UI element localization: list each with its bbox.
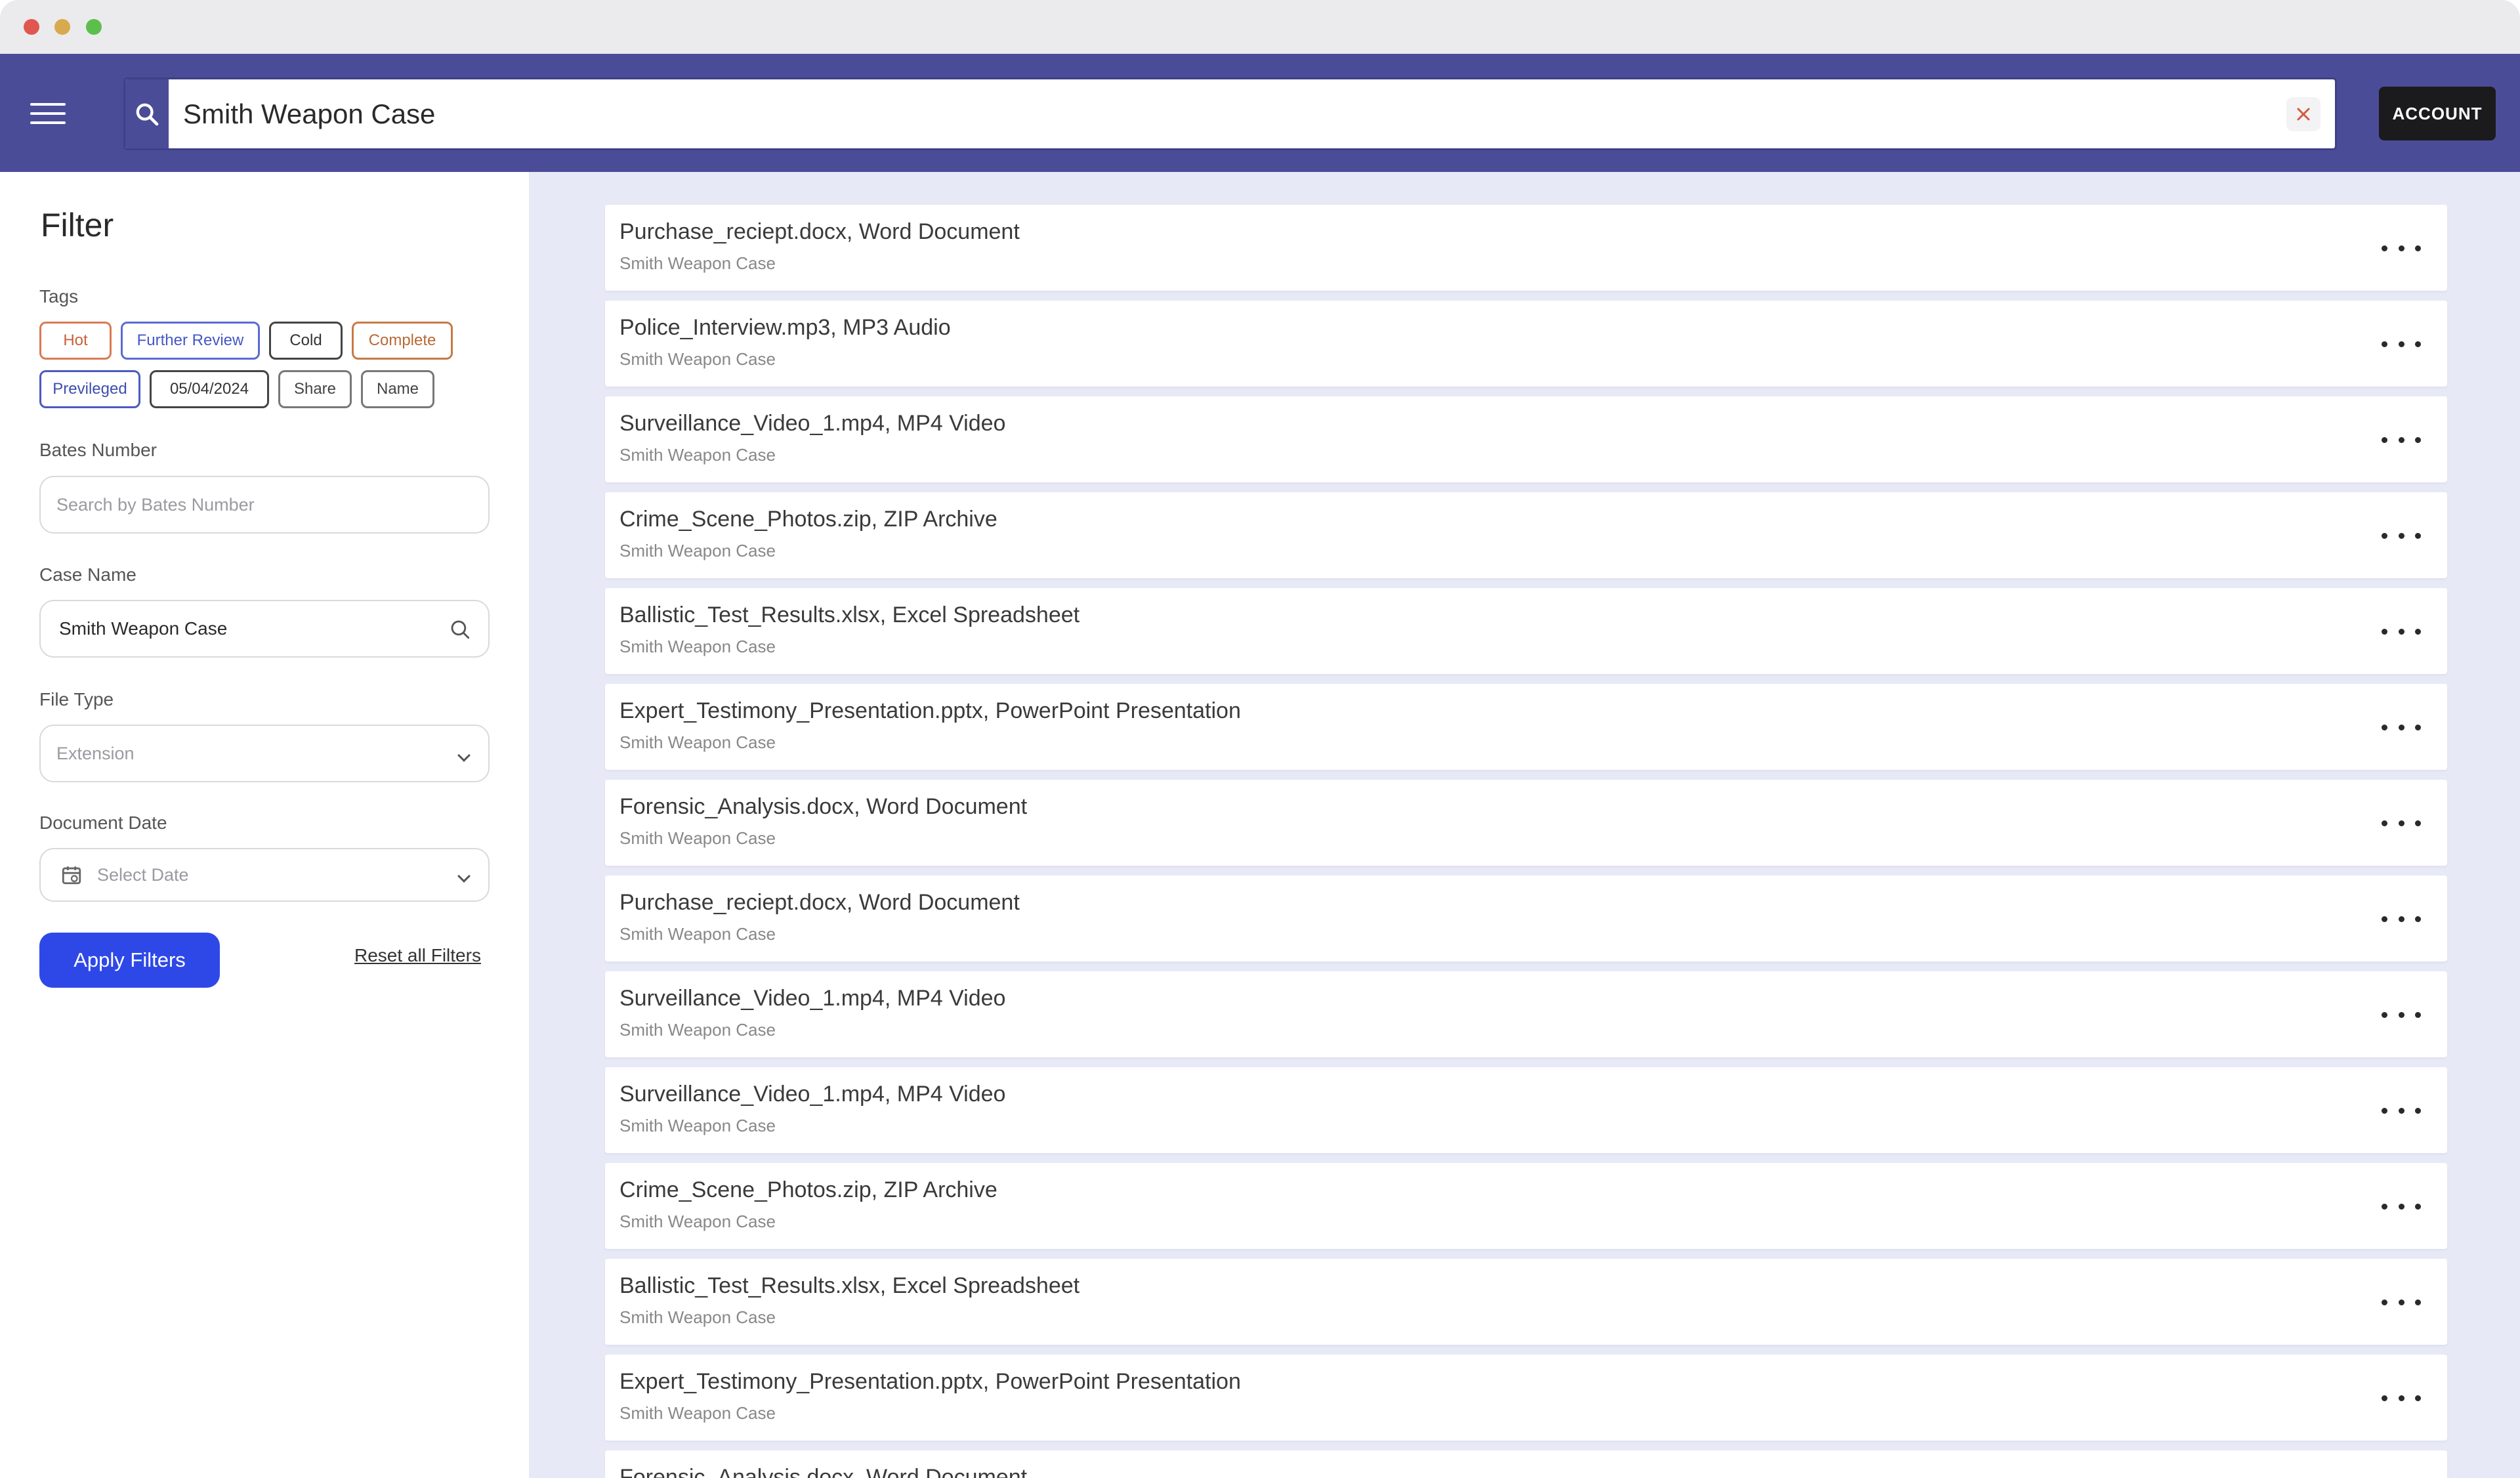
results-panel: Purchase_reciept.docx, Word Document Smit…	[529, 172, 2520, 1478]
chevron-down-icon	[457, 870, 471, 883]
more-options-icon[interactable]	[2382, 811, 2421, 835]
file-type-placeholder: Extension	[56, 744, 135, 763]
result-row[interactable]: Crime_Scene_Photos.zip, ZIP Archive Smith…	[605, 1163, 2447, 1249]
more-options-icon[interactable]	[2382, 1290, 2421, 1314]
more-options-icon[interactable]	[2382, 620, 2421, 643]
result-row[interactable]: Forensic_Analysis.docx, Word DocumentSmi…	[605, 1450, 2447, 1478]
result-row[interactable]: Surveillance_Video_1.mp4, MP4 Video Smith…	[605, 1067, 2447, 1153]
file-type-label: File Type	[39, 689, 114, 709]
result-title: Surveillance_Video_1.mp4, MP4 Video	[620, 986, 1006, 1011]
file-type-select[interactable]: Extension	[39, 725, 490, 782]
result-title: Expert_Testimony_Presentation.pptx, Powe…	[620, 698, 1241, 723]
window-close-button[interactable]	[24, 19, 39, 35]
bates-number-placeholder: Search by Bates Number	[56, 495, 255, 515]
result-title: Surveillance_Video_1.mp4, MP4 Video	[620, 411, 1006, 436]
result-row[interactable]: Purchase_reciept.docx, Word Document Smit…	[605, 205, 2447, 291]
result-row[interactable]: Ballistic_Test_Results.xlsx, Excel Sprea…	[605, 588, 2447, 674]
more-options-icon[interactable]	[2382, 1386, 2421, 1410]
document-date-placeholder: Select Date	[97, 865, 189, 885]
result-case-name: Smith Weapon Case	[620, 637, 776, 656]
global-search-input[interactable]: Smith Weapon Case	[183, 79, 435, 148]
result-case-name: Smith Weapon Case	[620, 1020, 776, 1040]
global-search-bar[interactable]: Smith Weapon Case	[123, 77, 2337, 150]
result-case-name: Smith Weapon Case	[620, 1116, 776, 1135]
tag-share[interactable]: Share	[278, 370, 352, 408]
result-case-name: Smith Weapon Case	[620, 253, 776, 273]
search-icon[interactable]	[449, 618, 471, 641]
result-title: Forensic_Analysis.docx, Word Document	[620, 1465, 1028, 1478]
more-options-icon[interactable]	[2382, 1099, 2421, 1122]
result-row[interactable]: Surveillance_Video_1.mp4, MP4 Video Smith…	[605, 971, 2447, 1057]
result-row[interactable]: Expert_Testimony_Presentation.pptx, Powe…	[605, 684, 2447, 770]
window-maximize-button[interactable]	[86, 19, 102, 35]
result-case-name: Smith Weapon Case	[620, 541, 776, 560]
result-case-name: Smith Weapon Case	[620, 828, 776, 848]
clear-search-button[interactable]	[2286, 97, 2320, 131]
result-case-name: Smith Weapon Case	[620, 445, 776, 465]
more-options-icon[interactable]	[2382, 524, 2421, 547]
close-icon	[2297, 108, 2310, 121]
chevron-down-icon	[457, 749, 471, 762]
more-options-icon[interactable]	[2382, 1003, 2421, 1026]
result-case-name: Smith Weapon Case	[620, 349, 776, 369]
tag-name[interactable]: Name	[361, 370, 434, 408]
tag-cold[interactable]: Cold	[269, 322, 343, 360]
result-case-name: Smith Weapon Case	[620, 924, 776, 944]
case-name-value: Smith Weapon Case	[59, 618, 228, 639]
document-date-picker[interactable]: Select Date	[39, 848, 490, 902]
case-name-label: Case Name	[39, 564, 136, 585]
result-case-name: Smith Weapon Case	[620, 1307, 776, 1327]
result-row[interactable]: Surveillance_Video_1.mp4, MP4 Video Smith…	[605, 396, 2447, 482]
result-title: Purchase_reciept.docx, Word Document	[620, 890, 1020, 915]
more-options-icon[interactable]	[2382, 236, 2421, 260]
filter-title: Filter	[41, 207, 114, 243]
calendar-icon	[62, 866, 81, 885]
result-title: Surveillance_Video_1.mp4, MP4 Video	[620, 1082, 1006, 1107]
result-row[interactable]: Crime_Scene_Photos.zip, ZIP Archive Smith…	[605, 492, 2447, 578]
result-title: Purchase_reciept.docx, Word Document	[620, 219, 1020, 244]
result-case-name: Smith Weapon Case	[620, 1212, 776, 1231]
result-title: Police_Interview.mp3, MP3 Audio	[620, 315, 951, 340]
tags-label: Tags	[39, 286, 79, 306]
result-title: Ballistic_Test_Results.xlsx, Excel Sprea…	[620, 1273, 1080, 1298]
tag-date[interactable]: 05/04/2024	[150, 370, 269, 408]
result-title: Crime_Scene_Photos.zip, ZIP Archive	[620, 1177, 998, 1202]
document-date-label: Document Date	[39, 813, 167, 833]
result-title: Forensic_Analysis.docx, Word Document	[620, 794, 1028, 819]
apply-filters-button[interactable]: Apply Filters	[39, 933, 220, 988]
result-row[interactable]: Forensic_Analysis.docx, Word Document Smi…	[605, 780, 2447, 866]
result-title: Crime_Scene_Photos.zip, ZIP Archive	[620, 507, 998, 532]
more-options-icon[interactable]	[2382, 428, 2421, 452]
result-row[interactable]: Police_Interview.mp3, MP3 Audio Smith Wea…	[605, 301, 2447, 387]
result-row[interactable]: Ballistic_Test_Results.xlsx, Excel Sprea…	[605, 1259, 2447, 1345]
window-titlebar	[0, 0, 2520, 54]
result-case-name: Smith Weapon Case	[620, 1403, 776, 1423]
search-icon[interactable]	[125, 79, 169, 148]
tag-complete[interactable]: Complete	[352, 322, 453, 360]
bates-number-input[interactable]: Search by Bates Number	[39, 476, 490, 534]
more-options-icon[interactable]	[2382, 907, 2421, 931]
hamburger-menu-icon[interactable]	[30, 103, 66, 124]
more-options-icon[interactable]	[2382, 715, 2421, 739]
result-row[interactable]: Expert_Testimony_Presentation.pptx, Powe…	[605, 1355, 2447, 1441]
result-title: Expert_Testimony_Presentation.pptx, Powe…	[620, 1369, 1241, 1394]
account-button[interactable]: ACCOUNT	[2379, 87, 2496, 140]
tag-previleged[interactable]: Previleged	[39, 370, 140, 408]
result-row[interactable]: Purchase_reciept.docx, Word Document Smit…	[605, 876, 2447, 961]
window-minimize-button[interactable]	[54, 19, 70, 35]
filter-sidebar: Filter Tags Hot Further Review Cold Comp…	[0, 172, 529, 1478]
result-title: Ballistic_Test_Results.xlsx, Excel Sprea…	[620, 602, 1080, 627]
tag-further-review[interactable]: Further Review	[121, 322, 260, 360]
more-options-icon[interactable]	[2382, 332, 2421, 356]
tag-hot[interactable]: Hot	[39, 322, 112, 360]
bates-number-label: Bates Number	[39, 440, 157, 460]
result-case-name: Smith Weapon Case	[620, 732, 776, 752]
case-name-input[interactable]: Smith Weapon Case	[39, 600, 490, 658]
results-list: Purchase_reciept.docx, Word Document Smit…	[605, 205, 2447, 1478]
reset-filters-link[interactable]: Reset all Filters	[354, 945, 481, 966]
top-bar: Smith Weapon Case ACCOUNT	[0, 54, 2520, 172]
more-options-icon[interactable]	[2382, 1194, 2421, 1218]
